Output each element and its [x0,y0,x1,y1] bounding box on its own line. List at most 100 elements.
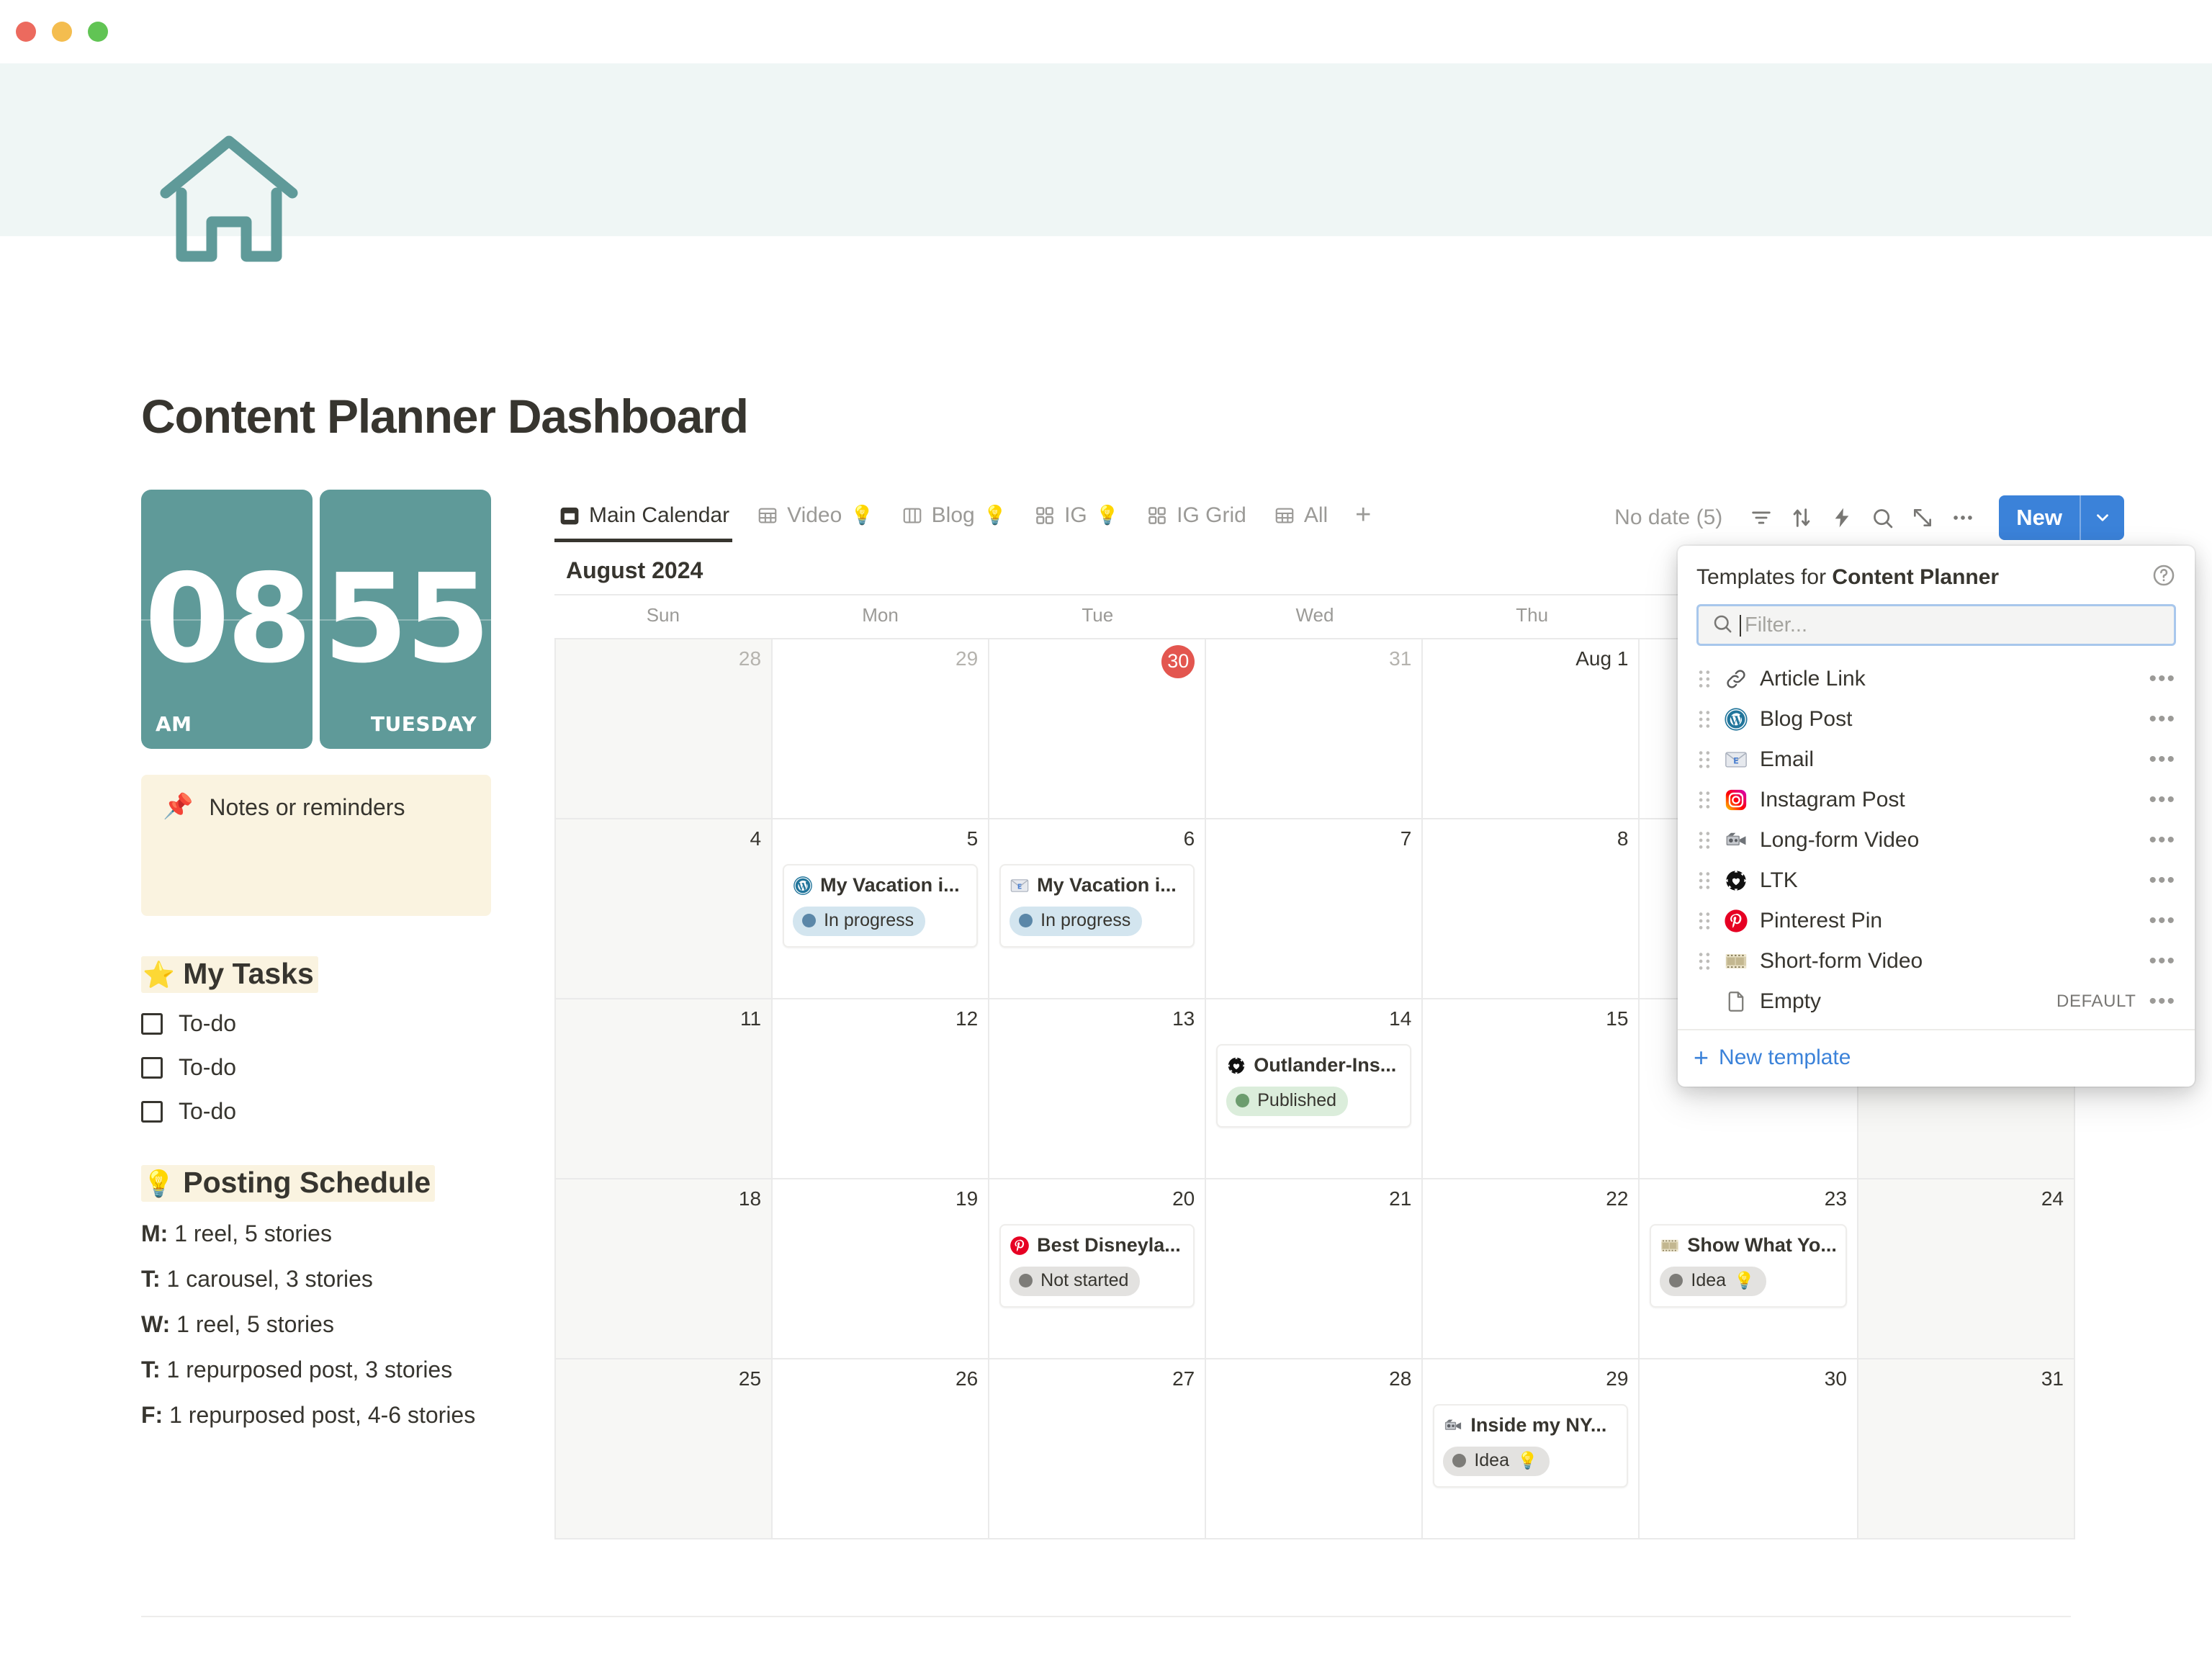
calendar-day-cell[interactable]: 24 [1858,1179,2075,1359]
calendar-day-cell[interactable]: 12 [773,999,990,1179]
calendar-event-card[interactable]: Show What Yo... Idea 💡 [1650,1224,1847,1308]
tab-ig[interactable]: IG 💡 [1030,500,1132,542]
template-item[interactable]: LTK ••• [1678,860,2195,901]
lightning-icon[interactable] [1822,498,1862,538]
sort-icon[interactable] [1781,498,1822,538]
minimize-button[interactable] [52,22,72,42]
task-item[interactable]: To-do [141,1098,501,1125]
calendar-day-cell[interactable]: 28 [1206,1359,1424,1539]
ellipsis-icon[interactable]: ••• [2149,950,2176,972]
task-checkbox[interactable] [141,1100,163,1123]
calendar-day-cell[interactable]: 27 [989,1359,1207,1539]
calendar-day-cell[interactable]: 18 [556,1179,773,1359]
calendar-day-cell[interactable]: 20 Best Disneyla... Not started [989,1179,1207,1359]
drag-handle-icon[interactable] [1692,910,1717,932]
calendar-day-cell[interactable]: 23 Show What Yo... Idea 💡 [1640,1179,1858,1359]
calendar-day-cell[interactable]: 8 [1423,819,1640,999]
calendar-event-card[interactable]: Best Disneyla... Not started [999,1224,1195,1308]
calendar-day-cell[interactable]: 26 [773,1359,990,1539]
drag-handle-icon[interactable] [1692,870,1717,891]
calendar-day-cell[interactable]: 22 [1423,1179,1640,1359]
close-button[interactable] [16,22,36,42]
calendar-day-cell[interactable]: 19 [773,1179,990,1359]
drag-handle-icon[interactable] [1692,668,1717,690]
tab-main-calendar[interactable]: Main Calendar [554,500,742,542]
tab-all[interactable]: All [1269,500,1341,542]
calendar-day-cell[interactable]: 13 [989,999,1207,1179]
template-item[interactable]: E Email ••• [1678,739,2195,780]
no-date-count[interactable]: No date (5) [1614,505,1722,530]
calendar-day-cell[interactable]: 6 E My Vacation i... In progress [989,819,1207,999]
calendar-day-number: 26 [956,1367,979,1390]
calendar-event-card[interactable]: E My Vacation i... In progress [999,864,1195,948]
chevron-down-icon[interactable] [2081,495,2124,540]
pin-icon: 📌 [163,793,194,820]
template-item[interactable]: Empty DEFAULT ••• [1678,981,2195,1022]
tab-ig-grid[interactable]: IG Grid [1142,500,1259,542]
templates-filter-input[interactable]: Filter... [1696,604,2176,646]
board-icon [902,505,923,526]
ellipsis-icon[interactable]: ••• [2149,830,2176,851]
calendar-day-cell[interactable]: 31 [1858,1359,2075,1539]
filter-icon[interactable] [1741,498,1781,538]
task-item[interactable]: To-do [141,1054,501,1081]
template-item[interactable]: Long-form Video ••• [1678,820,2195,860]
calendar-day-cell[interactable]: 11 [556,999,773,1179]
drag-handle-icon[interactable] [1692,749,1717,770]
house-icon[interactable] [157,127,301,271]
search-icon[interactable] [1862,498,1902,538]
task-item[interactable]: To-do [141,1010,501,1037]
task-checkbox[interactable] [141,1012,163,1035]
calendar-day-cell[interactable]: 5 My Vacation i... In progress [773,819,990,999]
calendar-day-cell[interactable]: 15 [1423,999,1640,1179]
tab-blog[interactable]: Blog 💡 [897,500,1020,542]
ellipsis-icon[interactable]: ••• [2149,910,2176,932]
status-label: Idea [1474,1450,1509,1470]
drag-handle-icon[interactable] [1692,709,1717,730]
page-cover [0,63,2212,236]
notes-callout[interactable]: 📌 Notes or reminders [141,775,491,916]
calendar-event-card[interactable]: Outlander-Ins... Published [1216,1044,1412,1128]
tab-video[interactable]: Video 💡 [752,500,887,542]
template-item[interactable]: Pinterest Pin ••• [1678,901,2195,941]
calendar-day-cell[interactable]: 28 [556,639,773,819]
calendar-event-card[interactable]: My Vacation i... In progress [783,864,979,948]
template-item[interactable]: Blog Post ••• [1678,699,2195,739]
calendar-day-number: 24 [2041,1187,2064,1210]
add-view-button[interactable]: + [1351,497,1371,545]
calendar-day-cell[interactable]: 21 [1206,1179,1424,1359]
calendar-event-card[interactable]: Inside my NY... Idea 💡 [1433,1404,1629,1488]
help-circle-icon[interactable] [2152,563,2176,591]
template-item[interactable]: Article Link ••• [1678,659,2195,699]
drag-handle-icon[interactable] [1692,830,1717,851]
drag-handle-icon[interactable] [1692,950,1717,972]
ellipsis-icon[interactable]: ••• [2149,789,2176,811]
template-item[interactable]: Instagram Post ••• [1678,780,2195,820]
expand-icon[interactable] [1902,498,1943,538]
drag-handle-icon[interactable] [1692,789,1717,811]
new-button[interactable]: New [1999,495,2124,540]
calendar-day-cell[interactable]: 25 [556,1359,773,1539]
calendar-day-cell[interactable]: 30 [989,639,1207,819]
calendar-day-cell[interactable]: 29 [773,639,990,819]
ellipsis-icon[interactable]: ••• [2149,709,2176,730]
calendar-day-cell[interactable]: 31 [1206,639,1424,819]
page-title[interactable]: Content Planner Dashboard [141,389,749,444]
clock-weekday: TUESDAY [370,712,477,736]
calendar-day-cell[interactable]: 29 Inside my NY... Idea 💡 [1423,1359,1640,1539]
ellipsis-icon[interactable]: ••• [2149,870,2176,891]
task-checkbox[interactable] [141,1056,163,1079]
calendar-day-cell[interactable]: 14 Outlander-Ins... Published [1206,999,1424,1179]
template-item[interactable]: Short-form Video ••• [1678,941,2195,981]
event-title-row: Inside my NY... [1443,1414,1618,1437]
calendar-day-cell[interactable]: 7 [1206,819,1424,999]
calendar-day-cell[interactable]: 4 [556,819,773,999]
calendar-day-cell[interactable]: Aug 1 [1423,639,1640,819]
calendar-day-cell[interactable]: 30 [1640,1359,1858,1539]
ellipsis-icon[interactable]: ••• [2149,991,2176,1012]
ellipsis-icon[interactable]: ••• [2149,749,2176,770]
zoom-button[interactable] [88,22,108,42]
ellipsis-icon[interactable] [1943,498,1983,538]
ellipsis-icon[interactable]: ••• [2149,668,2176,690]
new-template-button[interactable]: + New template [1678,1029,2195,1087]
